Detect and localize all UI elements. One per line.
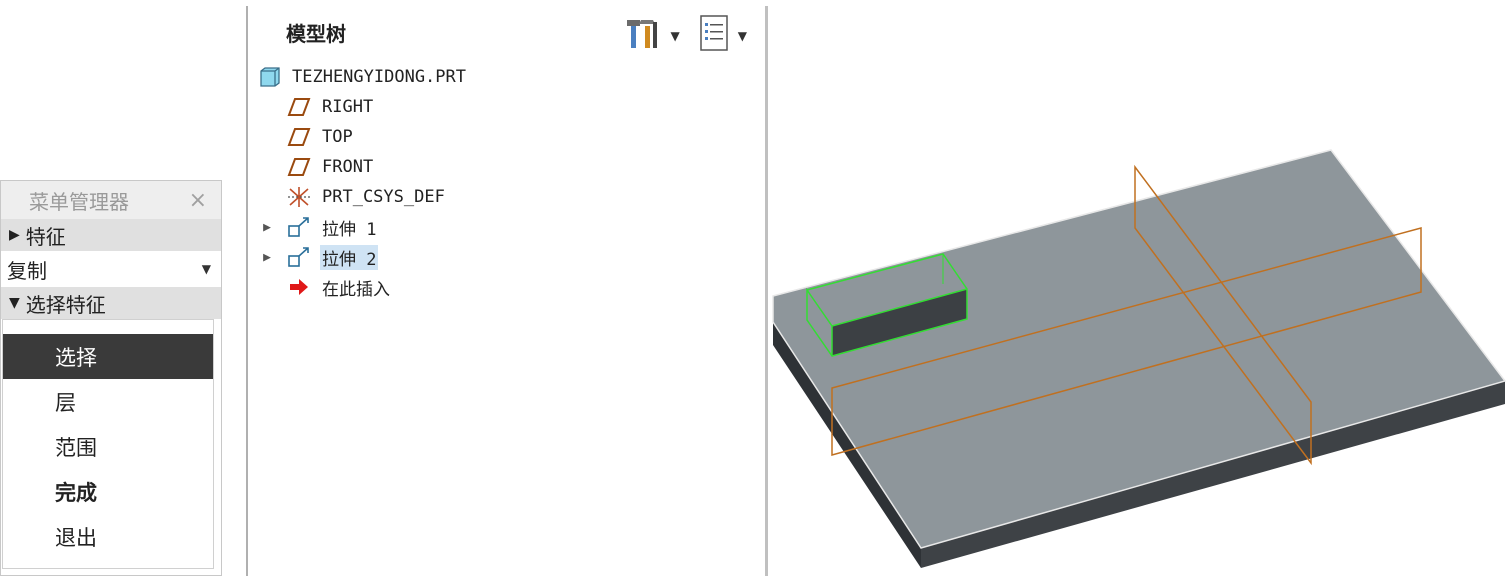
select-feature-menu: 选择 层 范围 完成 退出 [2,319,214,569]
datum-plane-icon [286,126,312,148]
menu-item-select[interactable]: 选择 [3,334,213,379]
model-tree-toolbar: ▼ ▼ [625,14,759,58]
model-tree-header: 模型树 ▼ ▼ [248,6,765,58]
menu-item-range[interactable]: 范围 [3,424,213,469]
feature-section-label: 特征 [25,224,66,249]
graphics-viewport[interactable] [771,0,1509,576]
triangle-right-icon: ▶ [9,227,20,243]
tree-node-extrude-1[interactable]: ▶ 拉伸 1 [256,212,765,242]
menu-item-quit[interactable]: 退出 [3,514,213,559]
show-list-icon[interactable] [698,14,732,58]
chevron-down-icon: ▼ [201,262,211,276]
tree-node-label: 在此插入 [322,279,390,300]
copy-dropdown[interactable]: 复制 ▼ [1,251,221,287]
menu-manager-title: 菜单管理器 [29,189,129,214]
tree-node-right[interactable]: RIGHT [256,92,765,122]
feature-section-header[interactable]: ▶ 特征 [1,219,221,251]
menu-item-layer[interactable]: 层 [3,379,213,424]
tree-node-top[interactable]: TOP [256,122,765,152]
tree-node-label: TEZHENGYIDONG.PRT [292,67,466,87]
show-dropdown-chevron-icon[interactable]: ▼ [738,29,747,43]
tree-node-label: PRT_CSYS_DEF [322,187,445,207]
triangle-down-icon: ▼ [9,295,20,311]
menu-item-done[interactable]: 完成 [3,469,213,514]
menu-manager-panel: 菜单管理器 × ▶ 特征 复制 ▼ ▼ 选择特征 选择 层 范围 完成 退出 [0,180,222,576]
tree-node-label: RIGHT [322,97,374,117]
tree-node-label: TOP [322,127,353,147]
tree-node-front[interactable]: FRONT [256,152,765,182]
tree-node-label: 拉伸 1 [322,219,377,240]
tree-node-csys[interactable]: PRT_CSYS_DEF [256,182,765,212]
model-tree-list: TEZHENGYIDONG.PRT RIGHT TOP FRONT PRT_CS… [256,62,765,302]
tree-node-part[interactable]: TEZHENGYIDONG.PRT [256,62,765,92]
model-tree-title: 模型树 [286,21,346,46]
tree-node-insert-here[interactable]: 在此插入 [256,272,765,302]
close-icon[interactable]: × [189,188,207,213]
expand-triangle-icon[interactable]: ▶ [256,220,278,235]
datum-plane-icon [286,156,312,178]
expand-triangle-icon[interactable]: ▶ [256,250,278,265]
menu-spacer [3,320,213,334]
datum-plane-icon [286,96,312,118]
copy-dropdown-value: 复制 [7,258,47,283]
menu-manager-titlebar: 菜单管理器 × [1,181,221,219]
model-tree-panel: 模型树 ▼ ▼ TEZHENGYIDONG.PRT RIGHT TOP FRON… [246,6,768,576]
settings-dropdown-chevron-icon[interactable]: ▼ [671,29,680,43]
csys-icon [286,186,312,208]
insert-here-arrow-icon [286,276,312,298]
select-feature-section-header[interactable]: ▼ 选择特征 [1,287,221,319]
tree-node-extrude-2[interactable]: ▶ 拉伸 2 [256,242,765,272]
settings-tools-icon[interactable] [625,16,665,56]
extrude-icon [286,216,312,238]
tree-node-label: FRONT [322,157,374,177]
select-feature-section-label: 选择特征 [25,292,106,317]
tree-node-label: 拉伸 2 [320,244,379,270]
part-icon [256,66,282,88]
extrude-icon [286,246,312,268]
